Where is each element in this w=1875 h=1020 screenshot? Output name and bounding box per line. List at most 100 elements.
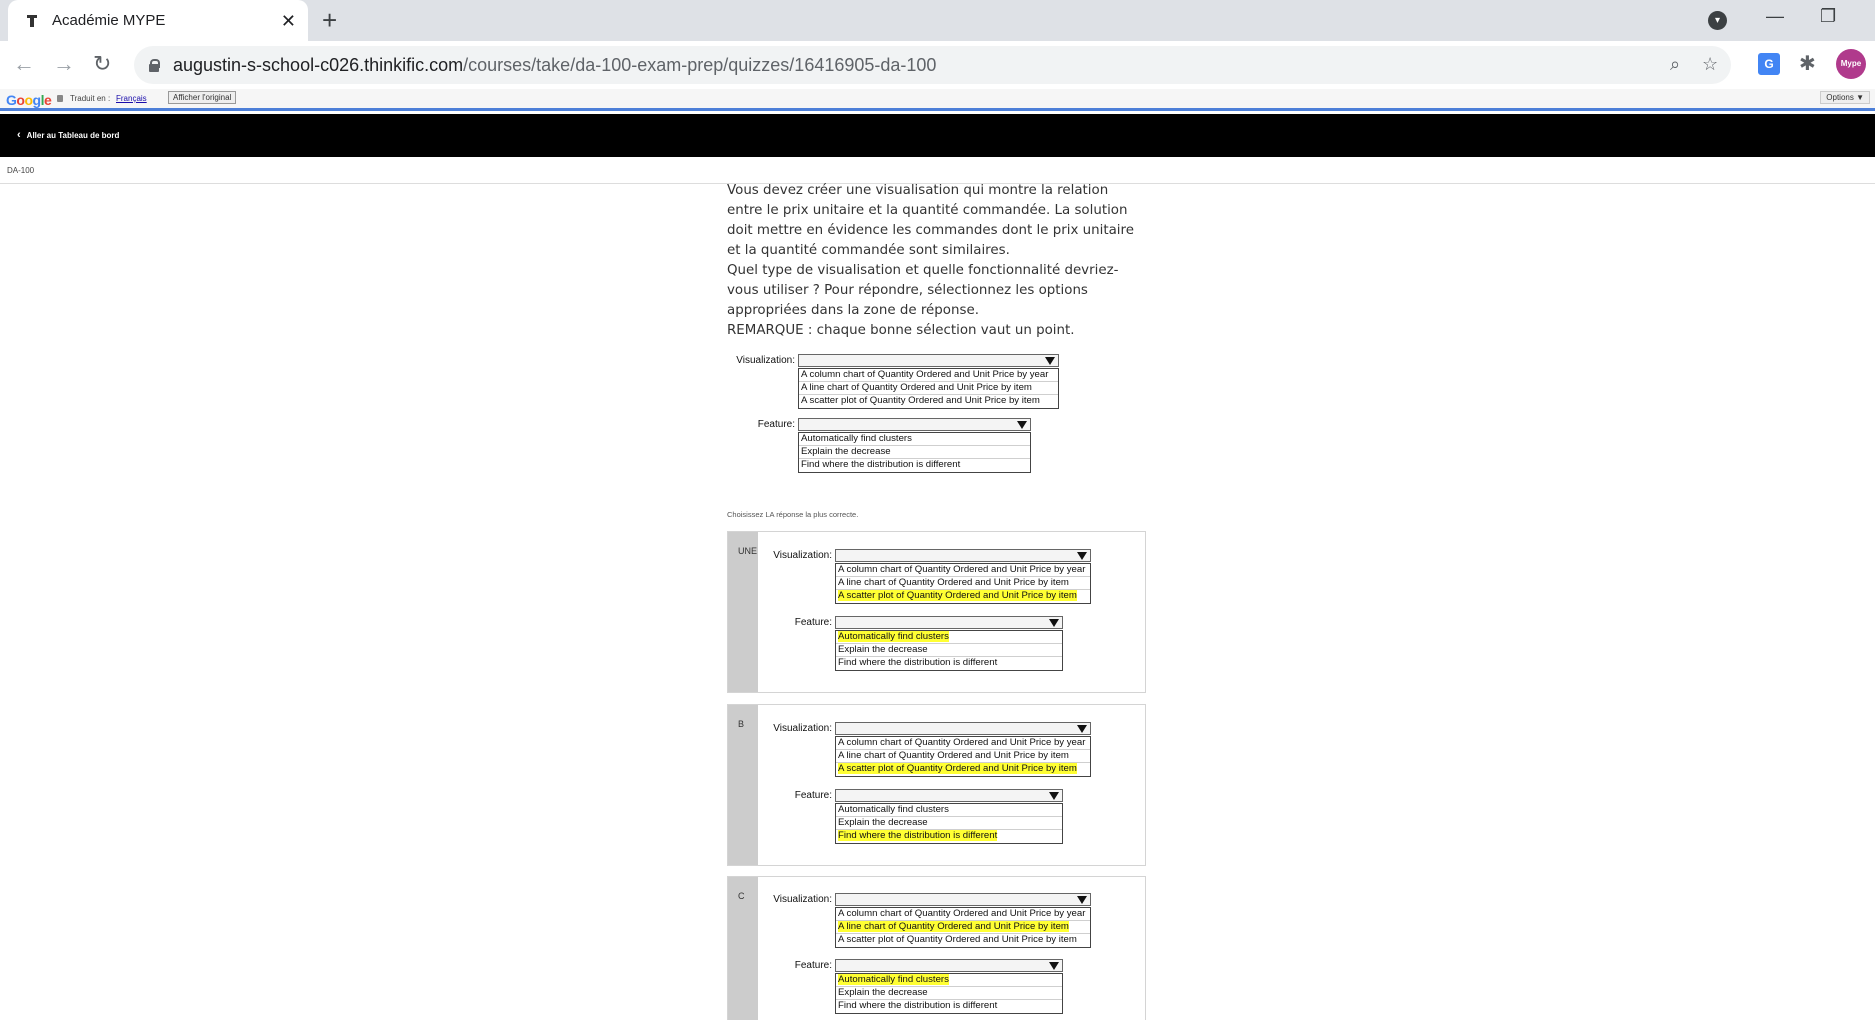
question-paragraph: Vous devez créer une visualisation qui m… <box>727 183 1134 258</box>
visualization-option: A line chart of Quantity Ordered and Uni… <box>836 577 1090 590</box>
feature-option: Find where the distribution is different <box>801 459 961 470</box>
visualization-label: Visualization: <box>773 550 832 561</box>
url-text[interactable]: augustin-s-school-c026.thinkific.com/cou… <box>173 55 936 76</box>
visualization-option: A column chart of Quantity Ordered and U… <box>836 908 1090 921</box>
course-title-bar: DA-100 <box>0 157 1875 184</box>
dropdown-arrow-icon <box>1077 552 1087 560</box>
answer-option-a[interactable]: UNE Visualization: A column chart of Qua… <box>727 531 1146 693</box>
answer-option-c[interactable]: C Visualization: A column chart of Quant… <box>727 876 1146 1020</box>
tab-search-icon[interactable]: ▾ <box>1708 11 1727 30</box>
dropdown-arrow-icon <box>1045 357 1055 365</box>
question-paragraph: Quel type de visualisation et quelle fon… <box>727 263 1119 318</box>
visualization-option: A line chart of Quantity Ordered and Uni… <box>799 382 1058 395</box>
course-label: DA-100 <box>7 166 35 175</box>
visualization-option: A column chart of Quantity Ordered and U… <box>799 369 1058 382</box>
visualization-dropdown <box>835 549 1091 562</box>
answer-option-b[interactable]: B Visualization: A column chart of Quant… <box>727 704 1146 866</box>
feature-option: Explain the decrease <box>836 644 1062 657</box>
dropdown-arrow-icon <box>1049 792 1059 800</box>
profile-avatar[interactable]: Mype <box>1836 49 1866 79</box>
dropdown-arrow-icon <box>1017 421 1027 429</box>
translate-bar: Google Traduit en : Français Afficher l'… <box>0 89 1875 111</box>
course-top-nav: ‹ Aller au Tableau de bord <box>0 114 1875 157</box>
restore-icon[interactable]: ❐ <box>1820 6 1836 27</box>
visualization-dropdown <box>835 893 1091 906</box>
dropdown-arrow-icon <box>1049 962 1059 970</box>
zoom-icon[interactable]: ⌕ <box>1670 54 1680 75</box>
feature-option: Automatically find clusters <box>799 433 1030 446</box>
visualization-option: A scatter plot of Quantity Ordered and U… <box>801 395 1040 406</box>
visualization-option: A scatter plot of Quantity Ordered and U… <box>838 934 1077 945</box>
answer-instruction: Choisissez LA réponse la plus correcte. <box>727 510 859 519</box>
visualization-option-selected: A scatter plot of Quantity Ordered and U… <box>838 590 1077 601</box>
visualization-option: A column chart of Quantity Ordered and U… <box>836 564 1090 577</box>
show-original-button[interactable]: Afficher l'original <box>168 91 237 104</box>
feature-options: Automatically find clusters Explain the … <box>798 432 1031 473</box>
feature-dropdown <box>835 789 1063 802</box>
close-tab-icon[interactable]: ✕ <box>281 12 296 30</box>
feature-option: Find where the distribution is different <box>838 657 998 668</box>
feature-options: Automatically find clusters Explain the … <box>835 630 1063 671</box>
visualization-option-selected: A line chart of Quantity Ordered and Uni… <box>836 921 1090 934</box>
feature-label: Feature: <box>794 617 832 628</box>
feature-option-selected: Find where the distribution is different <box>838 830 998 841</box>
back-arrow-icon[interactable]: ← <box>13 51 35 77</box>
feature-dropdown <box>798 418 1031 431</box>
browser-tabstrip: Académie MYPE ✕ + ▾ — ❐ <box>0 0 1875 41</box>
answer-letter: UNE <box>738 546 758 556</box>
translated-to-label: Traduit en : <box>70 94 111 103</box>
answer-letter-bar <box>728 705 758 865</box>
dropdown-arrow-icon <box>1077 896 1087 904</box>
feature-label: Feature: <box>794 790 832 801</box>
feature-option-selected: Automatically find clusters <box>836 974 1062 987</box>
forward-arrow-icon[interactable]: → <box>53 51 75 77</box>
feature-option-selected: Automatically find clusters <box>836 631 1062 644</box>
question-content: Vous devez créer une visualisation qui m… <box>727 181 1147 477</box>
thinkific-favicon-icon <box>24 13 40 29</box>
extensions-puzzle-icon[interactable]: ✱ <box>1799 53 1821 75</box>
language-select[interactable]: Français <box>116 94 147 103</box>
visualization-option: A line chart of Quantity Ordered and Uni… <box>836 750 1090 763</box>
visualization-label: Visualization: <box>736 355 795 366</box>
visualization-label: Visualization: <box>773 723 832 734</box>
visualization-option: A column chart of Quantity Ordered and U… <box>836 737 1090 750</box>
visualization-label: Visualization: <box>773 894 832 905</box>
dropdown-arrow-icon <box>1049 619 1059 627</box>
feature-label: Feature: <box>794 960 832 971</box>
browser-toolbar: ← → ↻ augustin-s-school-c026.thinkific.c… <box>0 41 1875 89</box>
new-tab-icon[interactable]: + <box>322 6 337 34</box>
answer-figure: Visualization: A column chart of Quantit… <box>764 717 1104 857</box>
visualization-dropdown <box>835 722 1091 735</box>
feature-option: Explain the decrease <box>799 446 1030 459</box>
feature-options: Automatically find clusters Explain the … <box>835 803 1063 844</box>
bookmark-star-icon[interactable]: ☆ <box>1702 54 1718 75</box>
feature-option: Find where the distribution is different <box>838 1000 998 1011</box>
answer-figure: Visualization: A column chart of Quantit… <box>764 544 1104 684</box>
answer-letter: C <box>738 891 745 901</box>
back-to-dashboard-link[interactable]: ‹ Aller au Tableau de bord <box>17 129 119 141</box>
answer-letter-bar <box>728 532 758 692</box>
minimize-icon[interactable]: — <box>1766 6 1784 27</box>
browser-tab[interactable]: Académie MYPE ✕ <box>8 0 308 41</box>
chevron-left-icon: ‹ <box>17 129 21 141</box>
google-translate-icon[interactable]: G <box>1758 53 1780 75</box>
question-paragraph: REMARQUE : chaque bonne sélection vaut u… <box>727 323 1075 338</box>
address-bar[interactable]: augustin-s-school-c026.thinkific.com/cou… <box>134 46 1731 84</box>
dropdown-arrow-icon <box>1077 725 1087 733</box>
translate-options-button[interactable]: Options ▼ <box>1820 91 1870 104</box>
answer-figure: Visualization: A column chart of Quantit… <box>764 888 1104 1020</box>
feature-option: Explain the decrease <box>836 817 1062 830</box>
visualization-option-selected: A scatter plot of Quantity Ordered and U… <box>838 763 1077 774</box>
visualization-options: A column chart of Quantity Ordered and U… <box>835 736 1091 777</box>
feature-label: Feature: <box>757 419 795 430</box>
google-logo: Google <box>6 92 52 108</box>
reload-icon[interactable]: ↻ <box>93 51 111 77</box>
question-text: Vous devez créer une visualisation qui m… <box>727 181 1147 341</box>
answer-letter: B <box>738 719 745 729</box>
visualization-options: A column chart of Quantity Ordered and U… <box>835 907 1091 948</box>
translate-lock-icon <box>57 95 63 102</box>
lock-icon[interactable] <box>148 58 160 72</box>
question-figure: Visualization: A column chart of Quantit… <box>727 349 1067 477</box>
visualization-options: A column chart of Quantity Ordered and U… <box>835 563 1091 604</box>
feature-option: Automatically find clusters <box>836 804 1062 817</box>
